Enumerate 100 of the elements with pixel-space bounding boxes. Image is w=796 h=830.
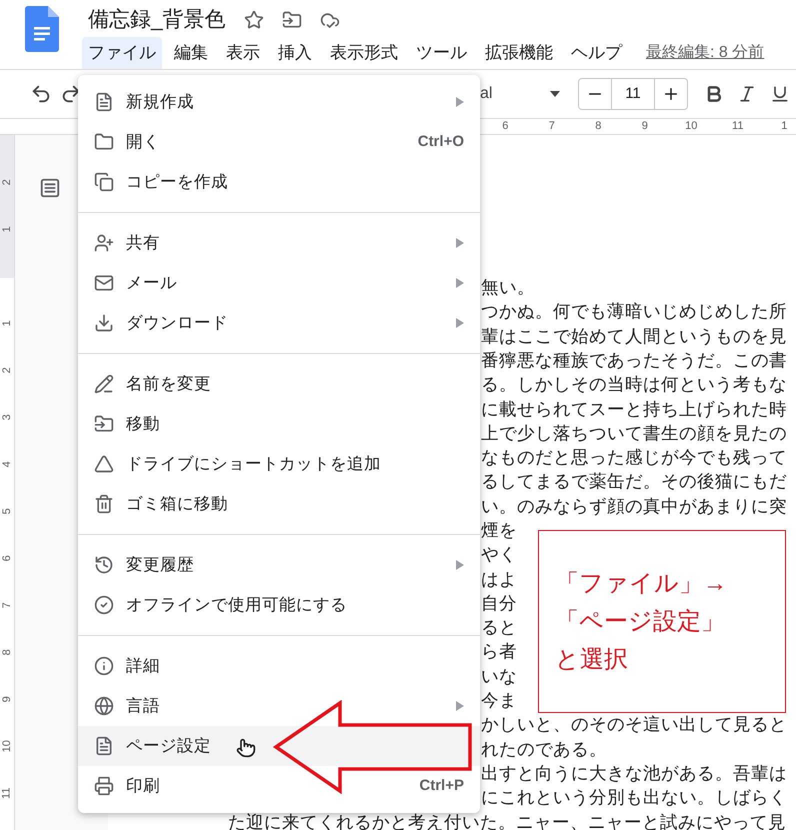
document-text-line: いな — [481, 664, 517, 688]
document-text-line: る。しかしその当時は何という考もな — [481, 373, 787, 396]
ruler-number: 10 — [0, 740, 14, 753]
document-text-line: 自分 — [481, 592, 517, 615]
increase-icon[interactable] — [662, 85, 680, 103]
menu-label: メール — [126, 272, 177, 294]
last-edit-link[interactable]: 最終編集: 8 分前 — [646, 41, 764, 65]
caret-icon[interactable] — [550, 91, 560, 97]
file-menu-item[interactable]: ダウンロード — [78, 303, 480, 343]
menu-item[interactable]: 編集 — [168, 37, 214, 69]
menu-label: 共有 — [126, 232, 160, 254]
file-menu-item[interactable]: ページ設定 — [78, 726, 480, 766]
download-icon — [94, 313, 114, 333]
menu-item[interactable]: 拡張機能 — [479, 37, 559, 69]
file-menu-item[interactable]: 共有 — [78, 223, 480, 263]
undo-icon[interactable] — [30, 83, 52, 105]
ruler-number: 7 — [0, 602, 14, 609]
ruler-number: 6 — [0, 555, 14, 562]
font-size-field[interactable]: 11 — [611, 79, 655, 109]
menu-label: オフラインで使用可能にする — [126, 594, 347, 616]
history-icon — [94, 555, 114, 575]
font-name[interactable]: al — [480, 82, 550, 106]
menu-item[interactable]: 表示 — [220, 37, 266, 69]
menu-item[interactable]: ツール — [410, 37, 473, 69]
menu-label: 名前を変更 — [126, 374, 211, 395]
document-text-line: かしいと、のそのそ這い出して見ると — [481, 713, 787, 736]
ruler-number: 3 — [0, 414, 14, 421]
document-text-line: るしてまるで薬缶だ。その後猫にもだ — [481, 470, 787, 494]
document-text-line: い。のみならず顔の真中があまりに突 — [481, 494, 787, 518]
document-icon — [94, 736, 114, 756]
ruler-number: 2 — [0, 179, 14, 186]
copy-icon — [94, 172, 114, 192]
file-menu-item[interactable]: 詳細 — [78, 646, 480, 686]
circle-check-icon — [94, 595, 114, 615]
menu-label: 言語 — [126, 696, 160, 717]
ruler-number: 7 — [548, 119, 556, 134]
star-icon[interactable] — [244, 10, 264, 30]
menu-label: ページ設定 — [126, 736, 211, 757]
document-text-line: 輩はここで始めて人間というものを見 — [481, 324, 787, 348]
document-text-line: ら者 — [481, 640, 517, 664]
file-menu-item[interactable]: 印刷 Ctrl+P — [78, 766, 480, 806]
document-text-line: にこれという分別も出ない。しばらく — [481, 786, 787, 810]
annotation-text: と選択 — [555, 645, 629, 675]
trash-icon — [94, 494, 114, 514]
menu-item[interactable]: ファイル — [82, 37, 162, 69]
file-menu-item[interactable]: 変更履歴 — [78, 545, 480, 585]
menu-label: ゴミ箱に移動 — [126, 494, 228, 515]
ruler-number: 2 — [0, 367, 14, 374]
document-text-line: れたのである。 — [481, 738, 607, 761]
file-menu-item[interactable]: ゴミ箱に移動 — [78, 484, 480, 524]
document-text-line: 出すと向うに大きな池がある。吾輩は — [481, 762, 787, 785]
file-menu-item[interactable]: 移動 — [78, 404, 480, 444]
info-icon — [94, 656, 114, 676]
folder-icon — [94, 132, 114, 152]
menu-item[interactable]: ヘルプ — [565, 37, 628, 69]
document-text-line: 無い。 — [481, 276, 535, 300]
menu-label: 開く — [126, 132, 160, 153]
file-menu-item[interactable]: コピーを作成 — [78, 162, 480, 202]
menu-label: 新規作成 — [126, 92, 194, 113]
file-menu-item[interactable]: オフラインで使用可能にする — [78, 585, 480, 625]
outline-icon[interactable] — [39, 177, 61, 199]
annotation-text: 「ページ設定」 — [555, 607, 726, 637]
document-text-line: 今ま — [481, 689, 517, 712]
document-text-line: に載せられてスーと持ち上げられた時 — [481, 398, 787, 421]
document-text-line: 上で少し落ちついて書生の顔を見たの — [481, 422, 787, 445]
ruler-number: 1 — [780, 119, 788, 134]
document-title[interactable]: 備忘録_背景色 — [88, 4, 226, 36]
menu-label: ダウンロード — [126, 312, 228, 334]
file-menu-item[interactable]: メール — [78, 263, 480, 303]
ruler-number: 9 — [640, 119, 649, 134]
file-menu-item[interactable]: 新規作成 — [78, 82, 480, 122]
menu-label: 印刷 — [126, 776, 160, 797]
underline-icon[interactable] — [770, 84, 790, 104]
menu-item[interactable]: 表示形式 — [324, 37, 404, 69]
ruler-number: 8 — [0, 649, 14, 656]
document-icon — [94, 92, 114, 112]
document-text-line: 番獰悪な種族であったそうだ。この書 — [481, 348, 787, 372]
ruler-number: 1 — [0, 320, 14, 327]
hand-cursor-icon — [236, 738, 256, 758]
document-text-line: やく — [481, 543, 517, 566]
file-menu-item[interactable]: ドライブにショートカットを追加 — [78, 444, 480, 484]
ruler-number: 1 — [0, 226, 14, 233]
person-plus-icon — [94, 233, 114, 253]
menu-label: 詳細 — [126, 656, 160, 677]
folder-arrow-icon[interactable] — [282, 10, 302, 30]
shortcut-text: Ctrl+P — [419, 776, 464, 796]
triangle-icon — [94, 454, 114, 474]
mail-icon — [94, 273, 114, 293]
file-menu-item[interactable]: 名前を変更 — [78, 364, 480, 404]
document-text-line: つかぬ。何でも薄暗いじめじめした所 — [481, 300, 787, 324]
ruler-number: 6 — [501, 119, 510, 134]
folder-arrow-icon — [94, 414, 114, 434]
file-menu-item[interactable]: 開く Ctrl+O — [78, 122, 480, 162]
shortcut-text: Ctrl+O — [418, 132, 464, 152]
menu-item[interactable]: 挿入 — [272, 37, 318, 69]
ruler-number: 11 — [0, 788, 14, 800]
document-text-line: なものだと思った感じが今でも残って — [481, 446, 787, 470]
docs-logo-icon[interactable] — [25, 6, 59, 52]
pencil-icon — [94, 374, 114, 394]
file-menu-item[interactable]: 言語 — [78, 686, 480, 726]
